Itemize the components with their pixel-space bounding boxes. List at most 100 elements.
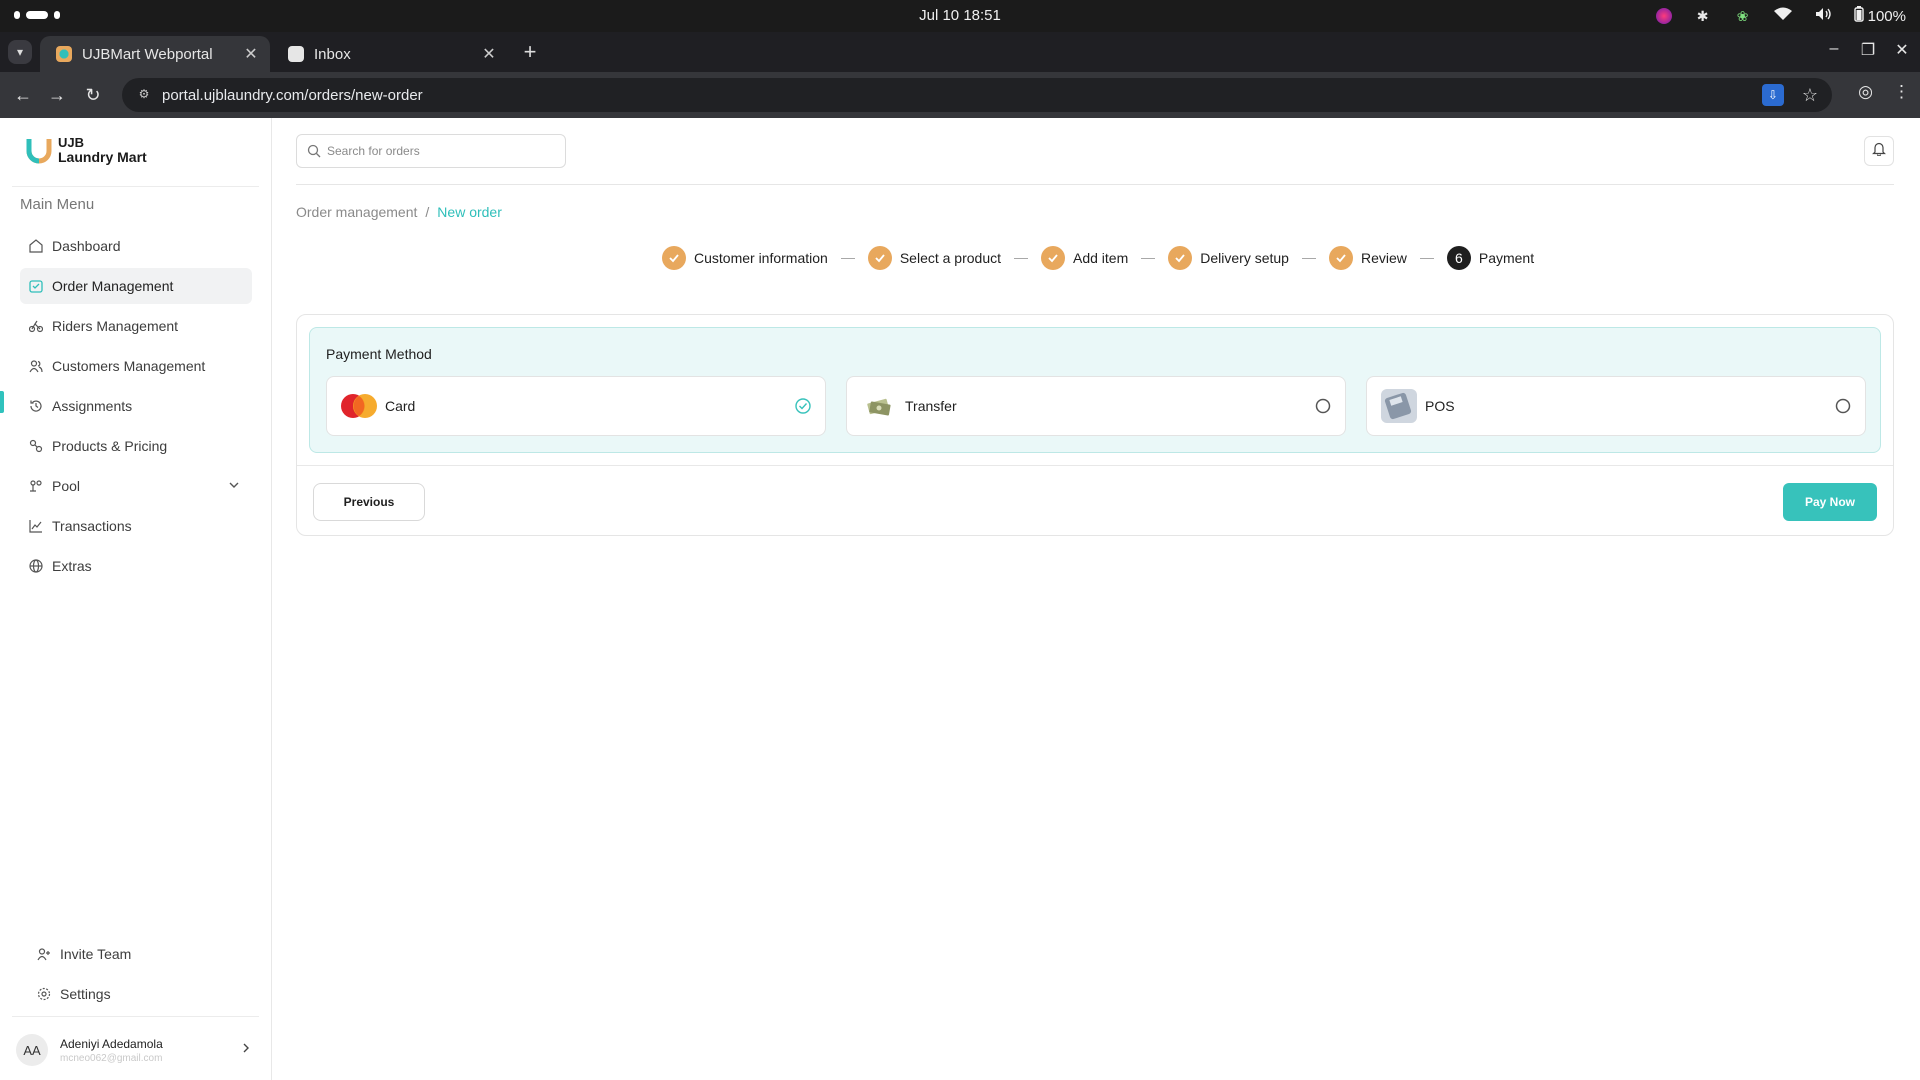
main-content: Order management / New order Customer in…: [272, 118, 1920, 1080]
install-app-icon[interactable]: ⇩: [1761, 84, 1784, 106]
browser-toolbar: ← → ↻ ⚙ portal.ujblaundry.com/orders/new…: [0, 72, 1920, 118]
step-connector: [1014, 257, 1028, 259]
radio-unchecked-icon[interactable]: [1315, 398, 1331, 414]
breadcrumb: Order management / New order: [296, 204, 502, 220]
sidebar-item-dashboard[interactable]: Dashboard: [20, 228, 252, 264]
breadcrumb-order-management[interactable]: Order management: [296, 204, 417, 220]
bike-icon: [28, 318, 44, 334]
bookmark-star-icon[interactable]: ☆: [1802, 85, 1818, 106]
close-icon[interactable]: ✕: [478, 44, 500, 64]
forward-icon[interactable]: →: [44, 82, 70, 108]
tab-title: Inbox: [314, 45, 351, 63]
step-payment[interactable]: 6 Payment: [1446, 246, 1534, 270]
main-menu: Dashboard Order Management Riders Manage…: [20, 228, 252, 588]
kebab-menu-icon[interactable]: ⋮: [1893, 82, 1910, 102]
payment-option-card[interactable]: Card: [326, 376, 826, 436]
pay-now-button[interactable]: Pay Now: [1783, 483, 1877, 521]
back-icon[interactable]: ←: [10, 82, 36, 108]
minimize-icon[interactable]: –: [1826, 40, 1842, 60]
site-info-icon[interactable]: ⚙: [136, 87, 152, 103]
step-connector: [1301, 257, 1316, 259]
notifications-button[interactable]: [1864, 136, 1894, 166]
sidebar-item-pool[interactable]: Pool: [20, 468, 252, 504]
step-select-product[interactable]: Select a product: [867, 246, 1001, 270]
reload-icon[interactable]: ↻: [80, 82, 106, 108]
user-name: Adeniyi Adedamola: [60, 1036, 163, 1051]
app-indicator-icon[interactable]: [1655, 8, 1672, 24]
order-stepper: Customer information Select a product Ad…: [662, 246, 1534, 270]
home-icon: [28, 238, 44, 254]
sidebar-item-riders-management[interactable]: Riders Management: [20, 308, 252, 344]
bell-icon: [1872, 141, 1886, 161]
brand-logo[interactable]: UJB Laundry Mart: [26, 136, 147, 164]
sidebar-item-extras[interactable]: Extras: [20, 548, 252, 584]
header-divider: [296, 184, 1894, 185]
address-bar[interactable]: ⚙ portal.ujblaundry.com/orders/new-order…: [122, 78, 1832, 112]
browser-tab-strip: ▾ UJBMart Webportal ✕ Inbox ✕: [0, 32, 1920, 72]
close-icon[interactable]: ✕: [240, 44, 262, 64]
extension-icon[interactable]: ❀: [1734, 7, 1752, 25]
url-text[interactable]: portal.ujblaundry.com/orders/new-order: [162, 87, 1762, 104]
step-delivery-setup[interactable]: Delivery setup: [1168, 246, 1289, 270]
step-review[interactable]: Review: [1328, 246, 1407, 270]
payment-option-pos[interactable]: POS: [1366, 376, 1866, 436]
sidebar-item-label: Products & Pricing: [52, 438, 168, 454]
payment-option-transfer[interactable]: Transfer: [846, 376, 1346, 436]
pos-terminal-icon: [1379, 386, 1419, 426]
sidebar-item-order-management[interactable]: Order Management: [20, 268, 252, 304]
sidebar-item-invite-team[interactable]: Invite Team: [28, 936, 260, 972]
check-icon: [1328, 246, 1353, 270]
sidebar-item-products-pricing[interactable]: Products & Pricing: [20, 428, 252, 464]
tab-ujbmart[interactable]: UJBMart Webportal ✕: [40, 36, 270, 72]
payment-panel: Payment Method Card Transfer POS Previou…: [296, 314, 1894, 536]
sidebar-item-label: Invite Team: [60, 946, 132, 962]
calendar-icon: [28, 278, 44, 294]
new-tab-button[interactable]: +: [520, 40, 540, 64]
close-window-icon[interactable]: ✕: [1894, 40, 1910, 60]
step-label: Review: [1360, 250, 1407, 266]
sidebar-item-label: Pool: [52, 478, 81, 494]
tab-inbox[interactable]: Inbox ✕: [272, 36, 508, 72]
radio-checked-icon[interactable]: [795, 398, 811, 414]
system-tray[interactable]: ✱ ❀ 100%: [1655, 6, 1906, 26]
ujbmart-favicon: [56, 46, 72, 62]
sidebar-item-label: Settings: [60, 986, 111, 1002]
previous-button[interactable]: Previous: [313, 483, 425, 521]
breadcrumb-current: New order: [437, 204, 502, 220]
radio-unchecked-icon[interactable]: [1835, 398, 1851, 414]
logo-text-line1: UJB: [58, 135, 85, 150]
user-profile[interactable]: AA Adeniyi Adedamola mcneo062@gmail.com: [16, 1030, 256, 1070]
step-connector: [1419, 257, 1434, 259]
profile-icon[interactable]: ◎: [1858, 82, 1873, 102]
volume-icon[interactable]: [1814, 7, 1832, 25]
breadcrumb-separator: /: [425, 204, 430, 220]
battery-indicator[interactable]: 100%: [1853, 6, 1906, 26]
chevron-down-icon[interactable]: [228, 478, 240, 494]
search-input[interactable]: [327, 144, 547, 158]
divider: [12, 186, 259, 187]
avatar: AA: [16, 1034, 48, 1066]
wifi-icon[interactable]: [1773, 7, 1792, 25]
sidebar-item-label: Dashboard: [52, 238, 121, 254]
sidebar-item-customers-management[interactable]: Customers Management: [20, 348, 252, 384]
tab-search-button[interactable]: ▾: [8, 40, 32, 64]
slack-icon[interactable]: ✱: [1694, 7, 1712, 25]
sidebar-item-assignments[interactable]: Assignments: [20, 388, 252, 424]
yahoo-mail-favicon: [288, 46, 304, 62]
step-add-item[interactable]: Add item: [1041, 246, 1128, 270]
option-label: Transfer: [905, 398, 957, 414]
divider: [12, 1016, 259, 1017]
os-clock[interactable]: Jul 10 18:51: [0, 7, 1920, 24]
os-top-bar: Jul 10 18:51 ✱ ❀ 100%: [0, 0, 1920, 32]
restore-icon[interactable]: ❐: [1860, 40, 1876, 60]
chevron-right-icon[interactable]: [240, 1041, 256, 1059]
sidebar-bottom-menu: Invite Team Settings: [28, 936, 260, 1016]
sidebar-item-transactions[interactable]: Transactions: [20, 508, 252, 544]
check-icon: [662, 246, 686, 270]
payment-method-group: Payment Method Card Transfer POS: [309, 327, 1881, 453]
step-connector: [840, 257, 855, 259]
step-label: Customer information: [694, 250, 828, 266]
step-customer-information[interactable]: Customer information: [662, 246, 828, 270]
sidebar-item-settings[interactable]: Settings: [28, 976, 260, 1012]
search-box[interactable]: [296, 134, 566, 168]
